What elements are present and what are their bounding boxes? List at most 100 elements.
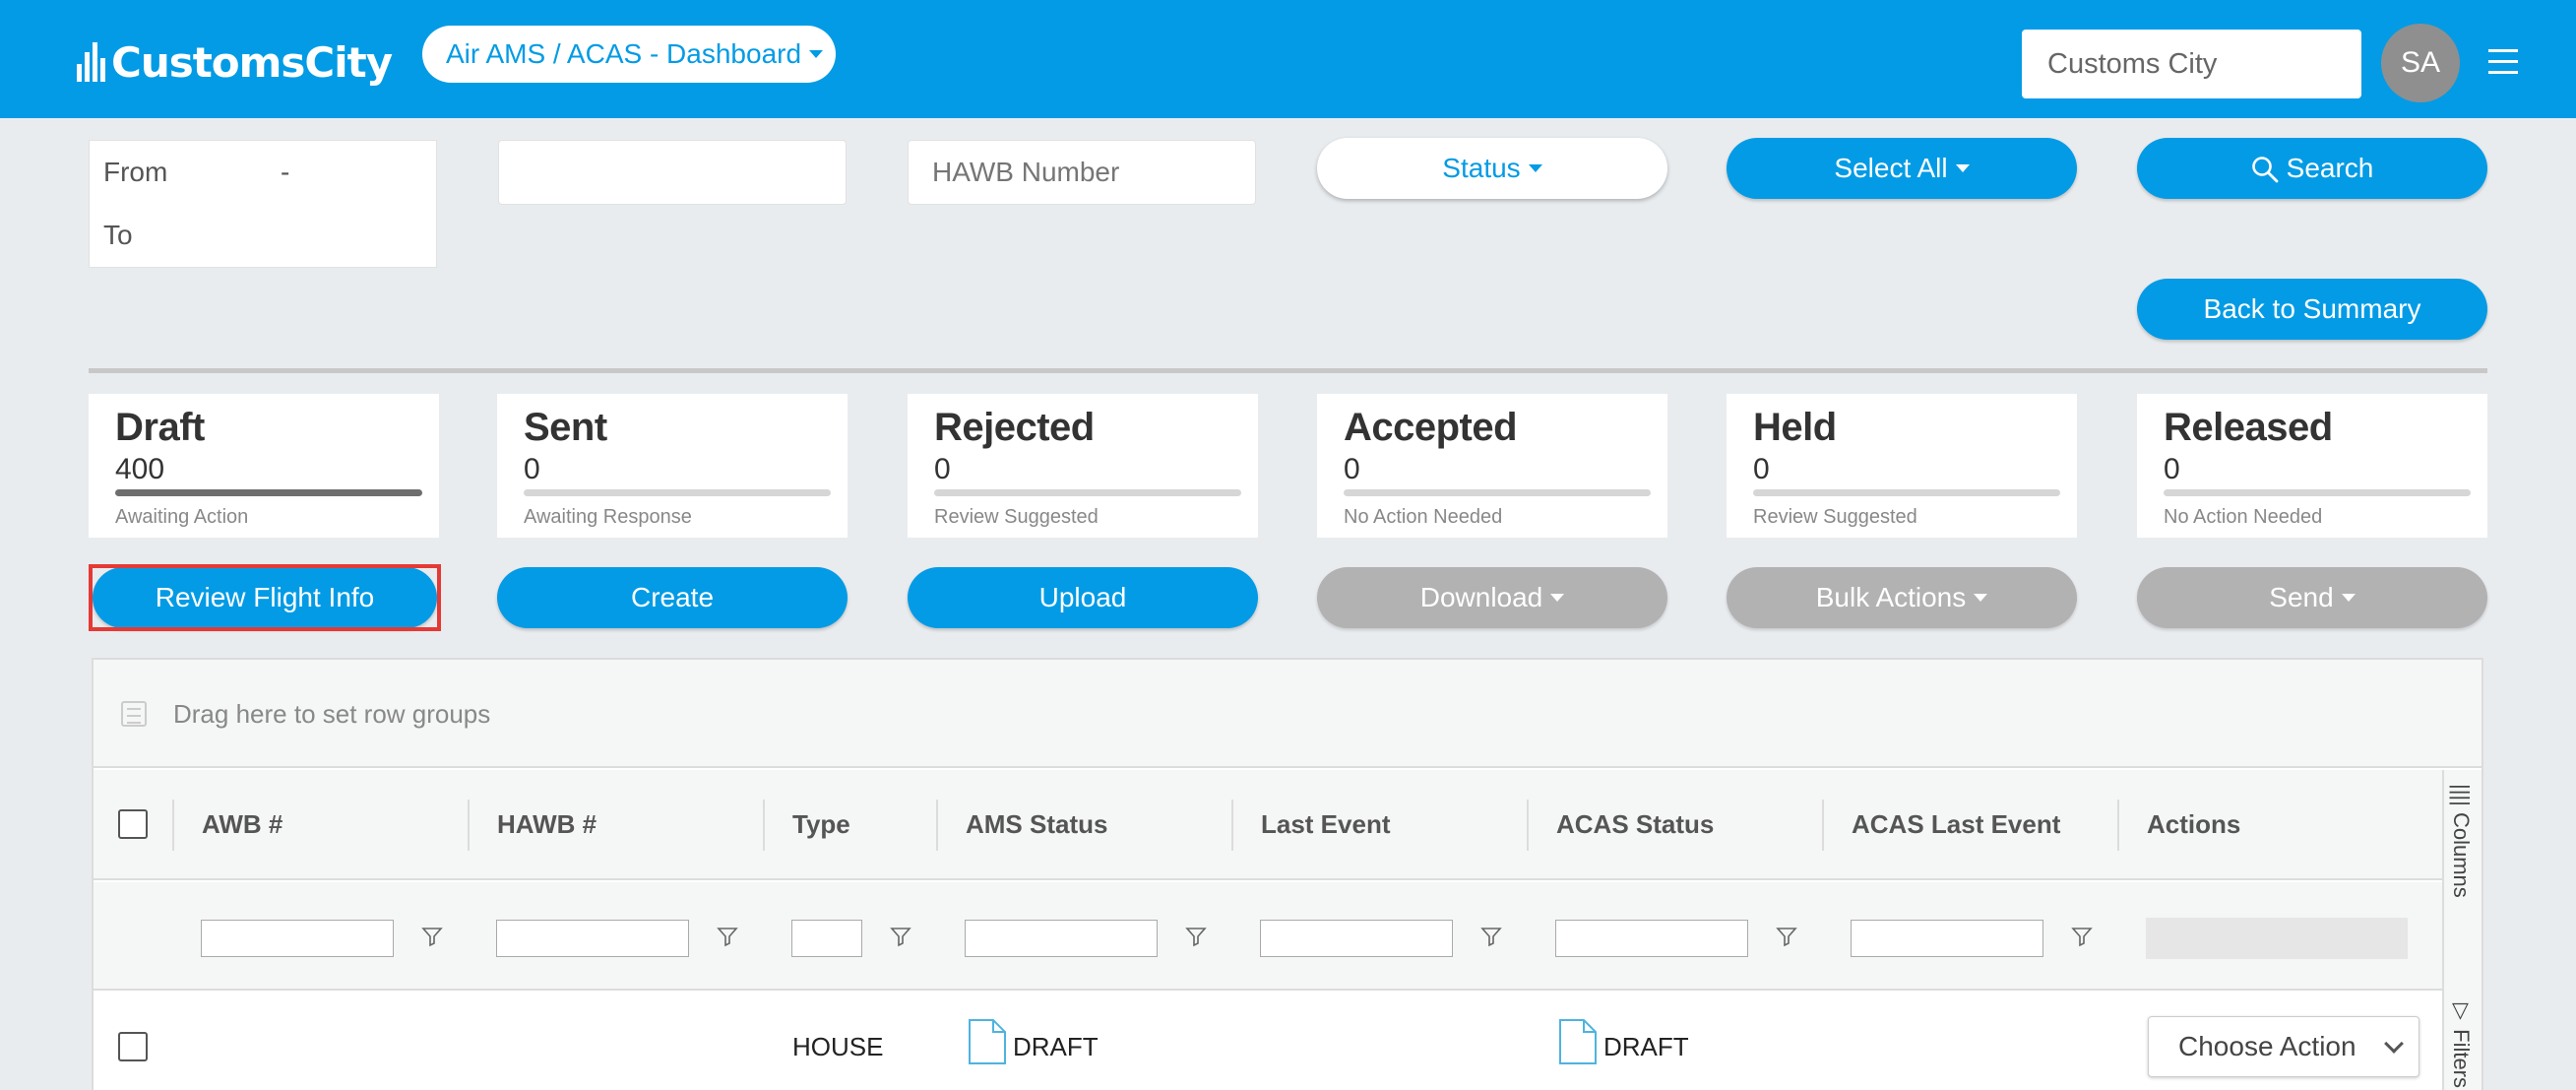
caret-down-icon bbox=[1955, 164, 1970, 172]
filter-icon[interactable] bbox=[421, 926, 443, 947]
search-icon bbox=[2251, 156, 2279, 183]
date-range-filter[interactable]: From - To bbox=[89, 140, 437, 268]
row-checkbox[interactable] bbox=[118, 1032, 148, 1061]
document-icon bbox=[969, 1019, 1006, 1064]
filters-tab-label: Filters bbox=[2449, 1029, 2474, 1089]
status-progress-bar bbox=[1344, 489, 1651, 496]
acas-status-filter-input[interactable] bbox=[1555, 920, 1748, 957]
choose-action-label: Choose Action bbox=[2178, 1031, 2356, 1061]
status-card-count: 0 bbox=[524, 453, 540, 485]
bulk-actions-label: Bulk Actions bbox=[1815, 582, 1967, 612]
choose-action-select[interactable]: Choose Action bbox=[2148, 1016, 2419, 1077]
search-button-label: Search bbox=[2286, 153, 2374, 183]
awb-filter-input[interactable] bbox=[201, 920, 394, 957]
status-card-released[interactable]: Released 0 No Action Needed bbox=[2137, 394, 2487, 538]
status-dropdown-label: Status bbox=[1442, 153, 1521, 183]
column-header-actions[interactable]: Actions bbox=[2147, 809, 2240, 840]
status-progress-bar bbox=[1753, 489, 2060, 496]
select-all-rows-checkbox[interactable] bbox=[118, 809, 148, 839]
status-card-rejected[interactable]: Rejected 0 Review Suggested bbox=[908, 394, 1258, 538]
status-card-draft[interactable]: Draft 400 Awaiting Action bbox=[89, 394, 439, 538]
side-tool-panel: |||| Columns ▽ Filters bbox=[2442, 770, 2482, 1090]
upload-button[interactable]: Upload bbox=[908, 567, 1258, 628]
hamburger-menu-icon[interactable] bbox=[2488, 49, 2518, 75]
column-separator bbox=[1527, 800, 1529, 851]
column-header-type[interactable]: Type bbox=[792, 809, 850, 840]
document-icon bbox=[1559, 1019, 1597, 1064]
actions-filter-disabled bbox=[2146, 918, 2408, 959]
column-header-hawb[interactable]: HAWB # bbox=[497, 809, 597, 840]
back-to-summary-label: Back to Summary bbox=[2203, 293, 2421, 324]
dashboard-dropdown[interactable]: Air AMS / ACAS - Dashboard bbox=[422, 26, 836, 83]
last-event-filter-input[interactable] bbox=[1260, 920, 1453, 957]
status-card-count: 0 bbox=[2164, 453, 2180, 485]
column-header-awb[interactable]: AWB # bbox=[202, 809, 283, 840]
caret-down-icon bbox=[1528, 164, 1542, 172]
city-skyline-icon bbox=[77, 42, 105, 82]
columns-tab[interactable]: |||| Columns bbox=[2448, 784, 2474, 898]
download-label: Download bbox=[1419, 582, 1543, 612]
hawb-number-input[interactable] bbox=[908, 140, 1256, 205]
column-header-acas-status[interactable]: ACAS Status bbox=[1556, 809, 1714, 840]
from-label: From bbox=[103, 157, 168, 187]
column-separator bbox=[2117, 800, 2119, 851]
columns-tab-label: Columns bbox=[2449, 811, 2474, 898]
status-progress-fill bbox=[115, 489, 422, 496]
dashboard-dropdown-label: Air AMS / ACAS - Dashboard bbox=[446, 38, 802, 69]
status-card-title: Draft bbox=[115, 406, 205, 449]
create-button[interactable]: Create bbox=[497, 567, 848, 628]
filter-icon[interactable] bbox=[1480, 926, 1502, 947]
caret-down-icon bbox=[1550, 594, 1565, 602]
grid-header-row: AWB # HAWB # Type AMS Status Last Event … bbox=[94, 770, 2442, 880]
status-progress-bar bbox=[524, 489, 831, 496]
status-card-title: Released bbox=[2164, 406, 2333, 449]
awb-number-input[interactable] bbox=[498, 140, 847, 205]
caret-down-icon bbox=[2341, 594, 2356, 602]
acas-last-event-filter-input[interactable] bbox=[1851, 920, 2043, 957]
row-group-panel[interactable]: Drag here to set row groups bbox=[94, 660, 2482, 768]
ams-status-cell: DRAFT bbox=[1013, 1032, 1099, 1061]
column-separator bbox=[1822, 800, 1824, 851]
chevron-down-icon bbox=[2384, 1034, 2404, 1054]
column-separator bbox=[468, 800, 470, 851]
status-progress-bar bbox=[934, 489, 1241, 496]
back-to-summary-button[interactable]: Back to Summary bbox=[2137, 279, 2487, 340]
select-all-dropdown[interactable]: Select All bbox=[1727, 138, 2077, 199]
filter-icon[interactable] bbox=[1185, 926, 1207, 947]
status-card-title: Accepted bbox=[1344, 406, 1518, 449]
row-group-icon bbox=[121, 701, 147, 727]
type-filter-input[interactable] bbox=[791, 920, 862, 957]
send-label: Send bbox=[2269, 582, 2334, 612]
user-avatar[interactable]: SA bbox=[2381, 24, 2460, 102]
columns-icon: |||| bbox=[2449, 784, 2474, 812]
column-separator bbox=[763, 800, 765, 851]
hawb-filter-input[interactable] bbox=[496, 920, 689, 957]
status-dropdown[interactable]: Status bbox=[1317, 138, 1667, 199]
filter-icon[interactable] bbox=[717, 926, 738, 947]
table-row[interactable]: HOUSE DRAFT DRAFT Choose Action bbox=[94, 993, 2442, 1090]
filter-icon[interactable] bbox=[890, 926, 911, 947]
filter-icon[interactable] bbox=[2071, 926, 2093, 947]
logo[interactable]: CustomsCity bbox=[77, 37, 393, 87]
caret-down-icon bbox=[1974, 594, 1988, 602]
status-card-subtitle: No Action Needed bbox=[1344, 506, 1503, 528]
search-button[interactable]: Search bbox=[2137, 138, 2487, 199]
status-card-held[interactable]: Held 0 Review Suggested bbox=[1727, 394, 2077, 538]
column-header-ams-status[interactable]: AMS Status bbox=[966, 809, 1107, 840]
column-header-last-event[interactable]: Last Event bbox=[1261, 809, 1391, 840]
status-card-accepted[interactable]: Accepted 0 No Action Needed bbox=[1317, 394, 1667, 538]
bulk-actions-dropdown[interactable]: Bulk Actions bbox=[1727, 567, 2077, 628]
column-header-acas-last-event[interactable]: ACAS Last Event bbox=[1852, 809, 2060, 840]
status-card-count: 0 bbox=[1344, 453, 1360, 485]
status-card-subtitle: No Action Needed bbox=[2164, 506, 2323, 528]
send-dropdown[interactable]: Send bbox=[2137, 567, 2487, 628]
ams-status-filter-input[interactable] bbox=[965, 920, 1158, 957]
filters-tab[interactable]: ▽ Filters bbox=[2448, 998, 2474, 1088]
filter-icon[interactable] bbox=[1776, 926, 1797, 947]
download-dropdown[interactable]: Download bbox=[1317, 567, 1667, 628]
status-card-count: 0 bbox=[934, 453, 951, 485]
status-card-count: 400 bbox=[115, 453, 165, 485]
top-navbar: CustomsCity Air AMS / ACAS - Dashboard S… bbox=[0, 0, 2576, 118]
status-card-sent[interactable]: Sent 0 Awaiting Response bbox=[497, 394, 848, 538]
company-search-input[interactable] bbox=[2022, 30, 2361, 98]
